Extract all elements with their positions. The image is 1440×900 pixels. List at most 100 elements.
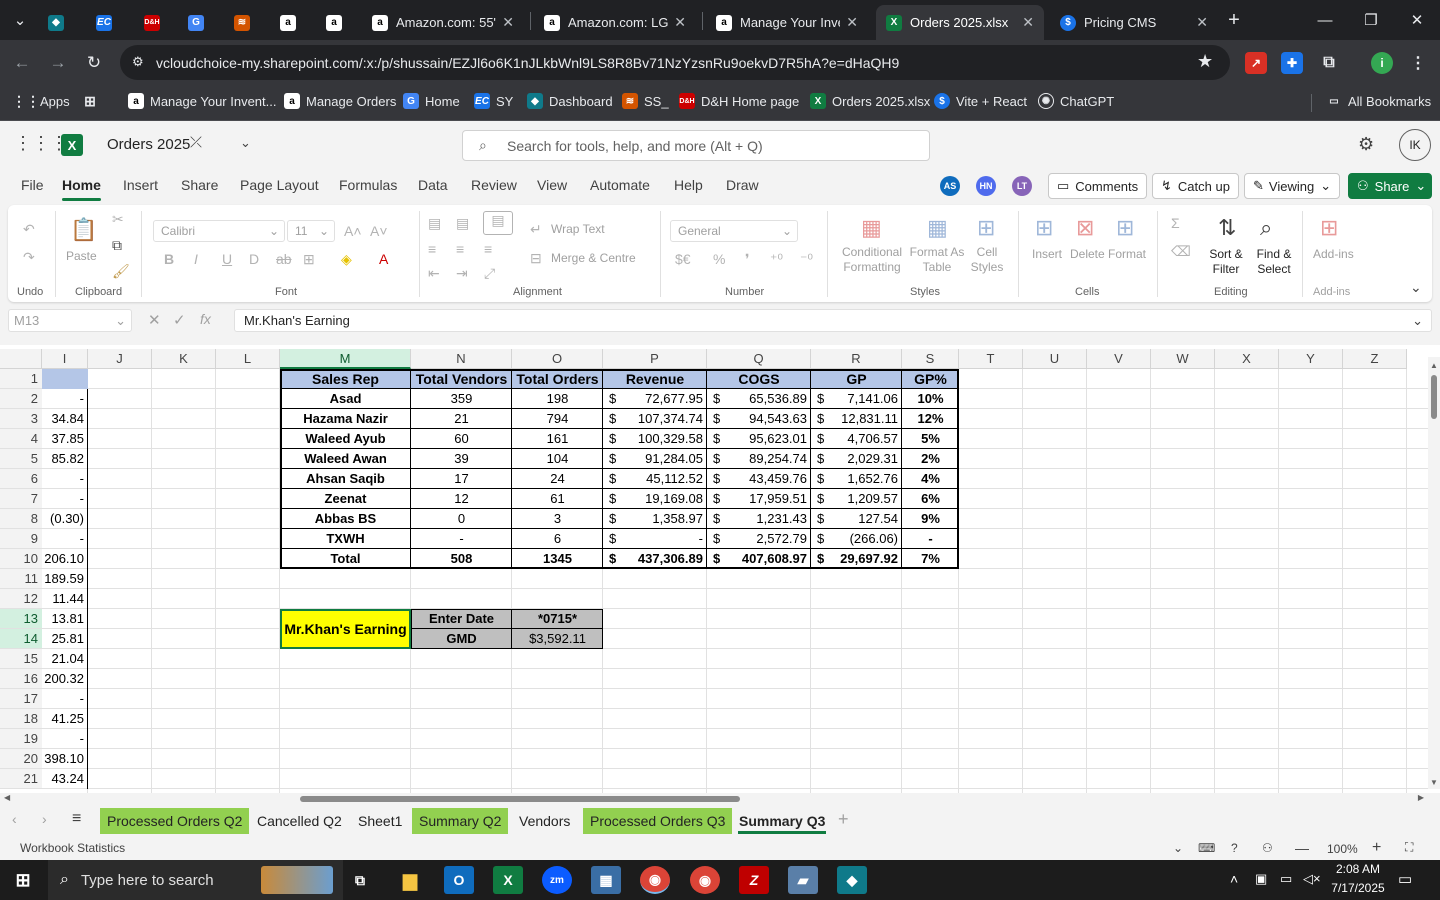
cell-i2[interactable]: - — [44, 389, 88, 409]
chrome-profile-taskbar-icon[interactable]: ◉ — [690, 866, 720, 894]
reload-button[interactable]: ↻ — [80, 49, 108, 77]
enter-date-input[interactable]: *0715* — [512, 609, 603, 629]
row-header-11[interactable]: 11 — [0, 569, 42, 589]
row-header-10[interactable]: 10 — [0, 549, 42, 569]
row-header-7[interactable]: 7 — [0, 489, 42, 509]
cell-i5[interactable]: 85.82 — [44, 449, 88, 469]
column-header-z[interactable]: Z — [1343, 349, 1407, 369]
scrollbar-thumb[interactable] — [1431, 375, 1437, 419]
chevron-down-icon[interactable]: ⌄ — [240, 135, 251, 151]
bookmark-dh-home[interactable]: D&H D&H Home page — [679, 93, 799, 109]
currency-format-icon[interactable]: $€ — [675, 251, 691, 267]
sheet-tab[interactable]: Cancelled Q2 — [250, 808, 349, 834]
table-cell[interactable]: 21 — [411, 409, 512, 429]
windows-start-icon[interactable]: ⊞ — [8, 866, 38, 894]
forward-button[interactable]: → — [44, 49, 72, 77]
table-cell[interactable]: 104 — [512, 449, 603, 469]
table-cell[interactable]: 359 — [411, 389, 512, 409]
table-cell[interactable]: Hazama Nazir — [280, 409, 411, 429]
format-painter-icon[interactable]: 🖌 — [112, 263, 130, 280]
formula-input[interactable]: Mr.Khan's Earning ⌄ — [234, 309, 1432, 332]
table-cell[interactable]: 0 — [411, 509, 512, 529]
bold-icon[interactable]: B — [164, 251, 174, 267]
table-cell[interactable]: 12% — [902, 409, 959, 429]
row-header-15[interactable]: 15 — [0, 649, 42, 669]
scroll-right-icon[interactable]: ▶ — [1418, 793, 1424, 802]
notifications-icon[interactable]: ▭ — [1398, 870, 1412, 888]
close-window-button[interactable]: ✕ — [1394, 0, 1440, 40]
row-header-12[interactable]: 12 — [0, 589, 42, 609]
table-cell[interactable]: 12 — [411, 489, 512, 509]
menu-help[interactable]: Help — [674, 177, 703, 193]
chrome-menu-icon[interactable]: ⋮ — [1407, 52, 1429, 74]
column-header-u[interactable]: U — [1023, 349, 1087, 369]
autosum-icon[interactable]: Σ — [1171, 215, 1180, 231]
font-color-icon[interactable]: A — [379, 251, 388, 267]
cell-i3[interactable]: 34.84 — [44, 409, 88, 429]
format-cells-button[interactable]: Format — [1108, 247, 1146, 262]
clock-time[interactable]: 2:08 AM — [1325, 862, 1391, 876]
presence-avatar[interactable]: AS — [940, 176, 960, 196]
file-explorer-icon[interactable]: ▆ — [395, 866, 425, 894]
increase-indent-icon[interactable]: ⇥ — [456, 265, 468, 282]
table-cell[interactable]: Abbas BS — [280, 509, 411, 529]
tab-1[interactable]: EC — [96, 5, 120, 40]
close-icon[interactable]: ✕ — [846, 14, 858, 31]
new-tab-button[interactable]: + — [1220, 0, 1248, 40]
paste-icon[interactable]: 📋 — [70, 217, 97, 243]
table-cell[interactable]: TXWH — [280, 529, 411, 549]
cell-i4[interactable]: 37.85 — [44, 429, 88, 449]
keyboard-icon[interactable]: ⌨ — [1198, 841, 1215, 855]
column-header-m[interactable]: M — [280, 349, 411, 369]
find-select-button[interactable]: Find & Select — [1252, 247, 1296, 277]
document-title[interactable]: Orders 2025 — [107, 136, 190, 153]
menu-data[interactable]: Data — [418, 177, 448, 193]
menu-insert[interactable]: Insert — [123, 177, 158, 193]
decrease-decimal-icon[interactable]: ⁻⁰ — [800, 251, 813, 268]
table-cell[interactable]: 4% — [902, 469, 959, 489]
bookmark-star-icon[interactable]: ★ — [1197, 51, 1213, 72]
align-left-icon[interactable]: ≡ — [428, 241, 436, 257]
orientation-icon[interactable]: ⤢ — [484, 265, 495, 282]
viewing-mode-button[interactable]: ✎ Viewing ⌄ — [1244, 173, 1341, 199]
minimize-button[interactable]: — — [1302, 0, 1348, 40]
network-icon[interactable]: ▭ — [1280, 871, 1292, 887]
decrease-indent-icon[interactable]: ⇤ — [428, 265, 440, 282]
select-all-corner[interactable] — [0, 349, 42, 369]
column-header-w[interactable]: W — [1151, 349, 1215, 369]
close-icon[interactable]: ✕ — [674, 14, 686, 31]
column-header-r[interactable]: R — [811, 349, 902, 369]
row-header-19[interactable]: 19 — [0, 729, 42, 749]
search-box[interactable]: ⌕ Search for tools, help, and more (Alt … — [462, 130, 930, 161]
tab-5[interactable]: a — [280, 5, 304, 40]
bookmark-grid[interactable]: ⊞ — [82, 93, 104, 109]
row-header-8[interactable]: 8 — [0, 509, 42, 529]
italic-icon[interactable]: I — [194, 251, 198, 267]
enter-check-icon[interactable]: ✓ — [173, 311, 186, 329]
table-cell[interactable]: 9% — [902, 509, 959, 529]
percent-format-icon[interactable]: % — [713, 251, 725, 267]
align-top-icon[interactable]: ▤ — [428, 215, 441, 232]
task-view-icon[interactable]: ⧉ — [345, 866, 375, 894]
align-center-icon[interactable]: ≡ — [456, 241, 464, 257]
close-icon[interactable]: ✕ — [502, 14, 514, 31]
vertical-scrollbar[interactable]: ▲ ▼ — [1428, 357, 1440, 789]
row-header-9[interactable]: 9 — [0, 529, 42, 549]
worksheet-grid[interactable]: I J K L M N O P Q R S T U V W X Y Z 1 2 3 4 5 6 7 8 9 10 11 12 13 14 15 1… — [0, 345, 1440, 793]
row-header-13[interactable]: 13 — [0, 609, 42, 629]
diamond-app-icon[interactable]: ◆ — [837, 866, 867, 894]
scrollbar-thumb[interactable] — [300, 796, 740, 802]
next-sheet-icon[interactable]: › — [42, 811, 47, 827]
cut-icon[interactable]: ✂ — [112, 211, 124, 228]
zoom-level[interactable]: 100% — [1327, 842, 1358, 856]
table-cell[interactable]: 6 — [512, 529, 603, 549]
row-header-4[interactable]: 4 — [0, 429, 42, 449]
column-header-o[interactable]: O — [512, 349, 603, 369]
table-cell[interactable]: 60 — [411, 429, 512, 449]
bookmark-vite-react[interactable]: $ Vite + React — [934, 93, 1027, 109]
sheet-tab[interactable]: Processed Orders Q2 — [100, 808, 250, 834]
presence-avatar[interactable]: LT — [1012, 176, 1032, 196]
fill-color-icon[interactable]: ◈ — [341, 251, 352, 268]
column-header-k[interactable]: K — [152, 349, 216, 369]
table-cell[interactable]: 10% — [902, 389, 959, 409]
